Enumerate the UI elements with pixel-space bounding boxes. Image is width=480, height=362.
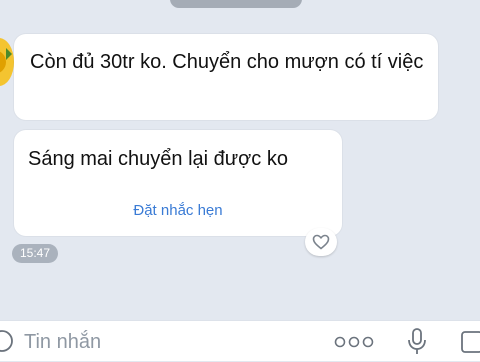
sender-avatar[interactable]	[0, 38, 14, 86]
date-separator-pill	[170, 0, 302, 8]
heart-icon[interactable]	[305, 228, 337, 256]
more-icon[interactable]	[334, 335, 374, 349]
emoji-icon[interactable]	[0, 329, 14, 353]
message-timestamp: 15:47	[12, 244, 58, 263]
message-input[interactable]: Tin nhắn	[24, 331, 101, 354]
set-reminder-link[interactable]: Đặt nhắc hẹn	[14, 202, 342, 219]
image-icon[interactable]	[460, 329, 480, 355]
composer-bar: Tin nhắn	[0, 320, 480, 361]
message-bubble[interactable]: Sáng mai chuyển lại được ko Đặt nhắc hẹn	[14, 130, 342, 236]
mic-icon[interactable]	[406, 327, 428, 357]
message-text: Còn đủ 30tr ko. Chuyển cho mượn có tí vi…	[30, 51, 424, 73]
message-bubble[interactable]: Còn đủ 30tr ko. Chuyển cho mượn có tí vi…	[14, 34, 438, 120]
message-text: Sáng mai chuyển lại được ko	[28, 148, 288, 170]
